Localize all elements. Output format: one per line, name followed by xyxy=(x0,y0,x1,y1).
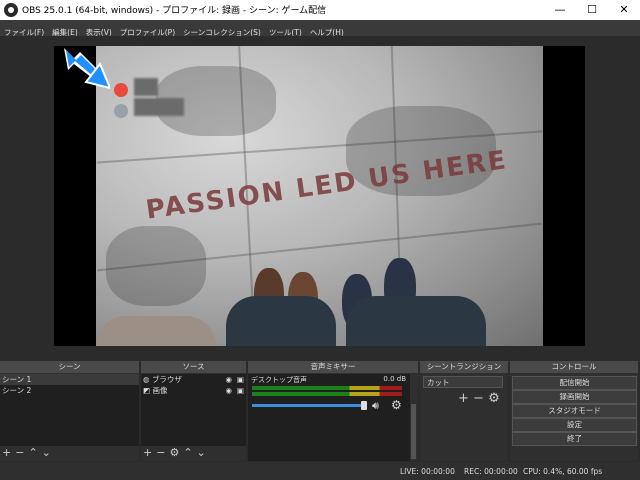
lock-icon[interactable]: ▣ xyxy=(237,374,244,385)
scene-transitions-dock: シーントランジション カット + − ⚙ xyxy=(420,361,508,461)
scene-item[interactable]: シーン 1 xyxy=(0,374,139,385)
lock-icon[interactable]: ▣ xyxy=(237,385,244,396)
maximize-button[interactable]: ☐ xyxy=(576,0,608,20)
preview-canvas[interactable]: PASSION LED US HERE xyxy=(54,46,585,346)
live-timer: LIVE: 00:00:00 xyxy=(400,467,455,476)
background-photo: PASSION LED US HERE xyxy=(96,46,543,346)
add-scene-icon[interactable]: + xyxy=(2,446,11,459)
volume-meter xyxy=(252,392,402,396)
volume-slider-handle[interactable] xyxy=(361,401,367,410)
scenes-list[interactable]: シーン 1 シーン 2 xyxy=(0,374,139,446)
volume-slider[interactable] xyxy=(252,404,364,407)
image-icon: ◩ xyxy=(143,386,151,395)
source-label: 画像 xyxy=(152,386,168,395)
mixer-scrollbar[interactable] xyxy=(411,404,416,459)
sources-dock: ソース ◍ ブラウザ ◉ ▣ ◩ 画像 ◉ ▣ + − ⚙ ⌃ ⌄ xyxy=(141,361,246,461)
discord-avatar-icon xyxy=(114,104,128,118)
sources-list[interactable]: ◍ ブラウザ ◉ ▣ ◩ 画像 ◉ ▣ xyxy=(141,374,246,446)
move-down-icon[interactable]: ⌄ xyxy=(42,446,51,459)
jeans-left xyxy=(226,296,336,346)
blurred-username xyxy=(134,98,184,116)
obs-logo-icon xyxy=(4,3,18,17)
add-source-icon[interactable]: + xyxy=(143,446,152,459)
exit-button[interactable]: 終了 xyxy=(512,432,637,446)
visibility-eye-icon[interactable]: ◉ xyxy=(225,374,232,385)
preview-area[interactable]: PASSION LED US HERE xyxy=(0,36,640,361)
mixer-header: 音声ミキサー xyxy=(248,361,418,373)
remove-source-icon[interactable]: − xyxy=(156,446,165,459)
scene-item[interactable]: シーン 2 xyxy=(0,385,139,396)
move-down-icon[interactable]: ⌄ xyxy=(197,446,206,459)
visibility-eye-icon[interactable]: ◉ xyxy=(225,385,232,396)
scenes-header: シーン xyxy=(0,361,139,373)
transition-toolbar: + − ⚙ xyxy=(458,391,500,406)
globe-icon: ◍ xyxy=(143,375,150,384)
start-recording-button[interactable]: 録画開始 xyxy=(512,390,637,404)
sources-toolbar: + − ⚙ ⌃ ⌄ xyxy=(143,447,210,459)
studio-mode-button[interactable]: スタジオモード xyxy=(512,404,637,418)
scenes-dock: シーン シーン 1 シーン 2 + − ⌃ ⌄ xyxy=(0,361,139,461)
start-streaming-button[interactable]: 配信開始 xyxy=(512,376,637,390)
rec-timer: REC: 00:00:00 xyxy=(464,467,518,476)
move-up-icon[interactable]: ⌃ xyxy=(183,446,192,459)
remove-scene-icon[interactable]: − xyxy=(15,446,24,459)
status-bar: LIVE: 00:00:00 REC: 00:00:00 CPU: 0.4%, … xyxy=(0,462,640,480)
close-button[interactable]: ✕ xyxy=(608,0,640,20)
remove-transition-icon[interactable]: − xyxy=(473,391,484,406)
move-up-icon[interactable]: ⌃ xyxy=(28,446,37,459)
track-name: デスクトップ音声 xyxy=(251,376,307,384)
audio-mixer-dock: 音声ミキサー デスクトップ音声 0.0 dB 🔊︎ ⚙ xyxy=(248,361,418,461)
gear-icon[interactable]: ⚙ xyxy=(488,391,500,406)
scenes-toolbar: + − ⌃ ⌄ xyxy=(2,447,55,459)
speaker-icon[interactable]: 🔊︎ xyxy=(372,399,379,413)
cpu-usage: CPU: 0.4%, 60.00 fps xyxy=(523,467,603,476)
volume-meter xyxy=(252,386,402,390)
gear-icon[interactable]: ⚙ xyxy=(391,398,402,412)
source-item[interactable]: ◍ ブラウザ ◉ ▣ xyxy=(141,374,246,385)
settings-button[interactable]: 設定 xyxy=(512,418,637,432)
transition-select[interactable]: カット xyxy=(423,376,503,388)
title-bar: OBS 25.0.1 (64-bit, windows) - プロファイル: 録… xyxy=(0,0,640,20)
minimize-button[interactable]: — xyxy=(544,0,576,20)
controls-dock: コントロール 配信開始 録画開始 スタジオモード 設定 終了 xyxy=(510,361,638,461)
add-transition-icon[interactable]: + xyxy=(458,391,469,406)
source-label: ブラウザ xyxy=(151,375,182,384)
menu-bar: ファイル(F) 編集(E) 表示(V) プロファイル(P) シーンコレクション(S) ツー… xyxy=(0,20,640,37)
window-title: OBS 25.0.1 (64-bit, windows) - プロファイル: 録… xyxy=(22,6,327,16)
blurred-username xyxy=(134,78,158,96)
discord-avatar-icon xyxy=(114,83,128,97)
transitions-header: シーントランジション xyxy=(420,361,508,373)
mixer-panel: デスクトップ音声 0.0 dB 🔊︎ ⚙ xyxy=(248,374,410,461)
gear-icon[interactable]: ⚙ xyxy=(169,446,179,459)
foreground-blur xyxy=(96,316,216,346)
controls-header: コントロール xyxy=(510,361,638,373)
sources-header: ソース xyxy=(141,361,246,373)
source-item[interactable]: ◩ 画像 ◉ ▣ xyxy=(141,385,246,396)
track-db: 0.0 dB xyxy=(383,375,406,383)
arrow-icon xyxy=(64,48,110,90)
jeans-right xyxy=(346,296,486,346)
